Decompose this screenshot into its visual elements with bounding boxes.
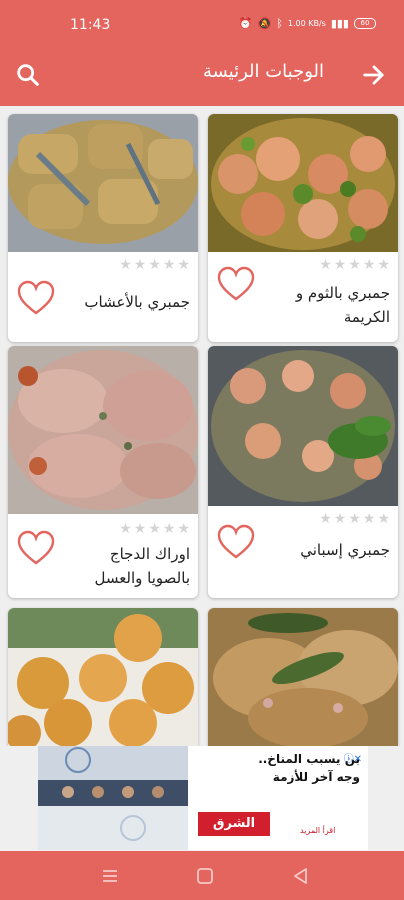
favorite-heart-icon[interactable]: [216, 266, 256, 302]
status-icons: ⏰ 🔕 ᛒ 1.00 KB/s ▮▮▮ 60: [239, 17, 376, 30]
ad-subline: وجه آخر للأزمة: [272, 770, 360, 784]
recipe-image: [8, 608, 198, 746]
ad-banner[interactable]: بن يسبب المناخ.. وجه آخر للأزمة ⓘ✕ الشرق…: [38, 746, 368, 850]
star-icon[interactable]: ★: [319, 512, 332, 526]
ad-info-icon[interactable]: ⓘ✕: [344, 750, 362, 765]
recipe-card[interactable]: ★ ★ ★ ★ ★ جمبري بالثوم و الكريمة: [208, 114, 398, 342]
star-icon[interactable]: ★: [148, 258, 161, 272]
rating-stars[interactable]: ★ ★ ★ ★ ★: [119, 258, 190, 272]
star-icon[interactable]: ★: [334, 258, 347, 272]
favorite-heart-icon[interactable]: [16, 280, 56, 316]
star-icon[interactable]: ★: [348, 258, 361, 272]
status-time: 11:43: [70, 17, 111, 33]
net-speed: 1.00 KB/s: [287, 19, 326, 28]
back-triangle-icon[interactable]: [292, 867, 310, 885]
ad-image: [38, 746, 188, 850]
mute-icon: 🔕: [257, 17, 272, 30]
recipe-card[interactable]: [208, 608, 398, 746]
star-icon[interactable]: ★: [134, 522, 147, 536]
rating-stars[interactable]: ★ ★ ★ ★ ★: [319, 512, 390, 526]
bluetooth-icon: ᛒ: [276, 17, 283, 30]
star-icon[interactable]: ★: [148, 522, 161, 536]
home-icon[interactable]: [196, 867, 214, 885]
alarm-icon: ⏰: [238, 17, 253, 30]
star-icon[interactable]: ★: [177, 258, 190, 272]
recipe-title: اوراك الدجاج بالصويا والعسل: [94, 545, 190, 587]
star-icon[interactable]: ★: [177, 522, 190, 536]
status-bar: 11:43 ⏰ 🔕 ᛒ 1.00 KB/s ▮▮▮ 60: [0, 0, 404, 52]
recipe-image: [208, 608, 398, 746]
recipe-title: جمبري بالثوم و الكريمة: [295, 284, 390, 326]
signal-icon: ▮▮▮: [330, 17, 349, 30]
recipe-card[interactable]: ★ ★ ★ ★ ★ اوراك الدجاج بالصويا والعسل: [8, 346, 198, 598]
recipe-card[interactable]: [8, 608, 198, 746]
star-icon[interactable]: ★: [119, 522, 132, 536]
rating-stars[interactable]: ★ ★ ★ ★ ★: [319, 258, 390, 272]
recipe-card[interactable]: ★ ★ ★ ★ ★ جمبري بالأعشاب: [8, 114, 198, 342]
battery-icon: 60: [354, 18, 376, 29]
recipe-title: جمبري بالأعشاب: [84, 293, 190, 311]
recipe-image: [208, 346, 398, 506]
recipe-card[interactable]: ★ ★ ★ ★ ★ جمبري إسباني: [208, 346, 398, 598]
star-icon[interactable]: ★: [363, 258, 376, 272]
star-icon[interactable]: ★: [319, 258, 332, 272]
star-icon[interactable]: ★: [348, 512, 361, 526]
star-icon[interactable]: ★: [163, 258, 176, 272]
ad-headline: بن يسبب المناخ..: [258, 752, 360, 766]
star-icon[interactable]: ★: [377, 258, 390, 272]
star-icon[interactable]: ★: [363, 512, 376, 526]
recents-menu-icon[interactable]: [101, 867, 119, 885]
ad-brand-logo: الشرق: [198, 812, 270, 836]
star-icon[interactable]: ★: [134, 258, 147, 272]
recipe-title: جمبري إسباني: [300, 541, 390, 559]
star-icon[interactable]: ★: [163, 522, 176, 536]
favorite-heart-icon[interactable]: [16, 530, 56, 566]
star-icon[interactable]: ★: [334, 512, 347, 526]
back-arrow-icon[interactable]: [360, 61, 388, 89]
page-title: الوجبات الرئيسة: [202, 61, 324, 82]
recipe-image: [8, 346, 198, 514]
recipe-grid: ★ ★ ★ ★ ★ جمبري بالثوم و الكريمة ★ ★ ★ ★ ★ جمبر: [0, 106, 404, 746]
recipe-image: [208, 114, 398, 252]
rating-stars[interactable]: ★ ★ ★ ★ ★: [119, 522, 190, 536]
favorite-heart-icon[interactable]: [216, 524, 256, 560]
ad-text: بن يسبب المناخ.. وجه آخر للأزمة: [210, 750, 360, 786]
app-bar: الوجبات الرئيسة: [0, 52, 404, 106]
search-icon[interactable]: [14, 61, 42, 89]
battery-level: 60: [360, 19, 370, 27]
star-icon[interactable]: ★: [377, 512, 390, 526]
system-nav-bar: [0, 851, 404, 900]
star-icon[interactable]: ★: [119, 258, 132, 272]
recipe-image: [8, 114, 198, 252]
ad-read-more[interactable]: اقرأ المزيد: [300, 826, 335, 835]
